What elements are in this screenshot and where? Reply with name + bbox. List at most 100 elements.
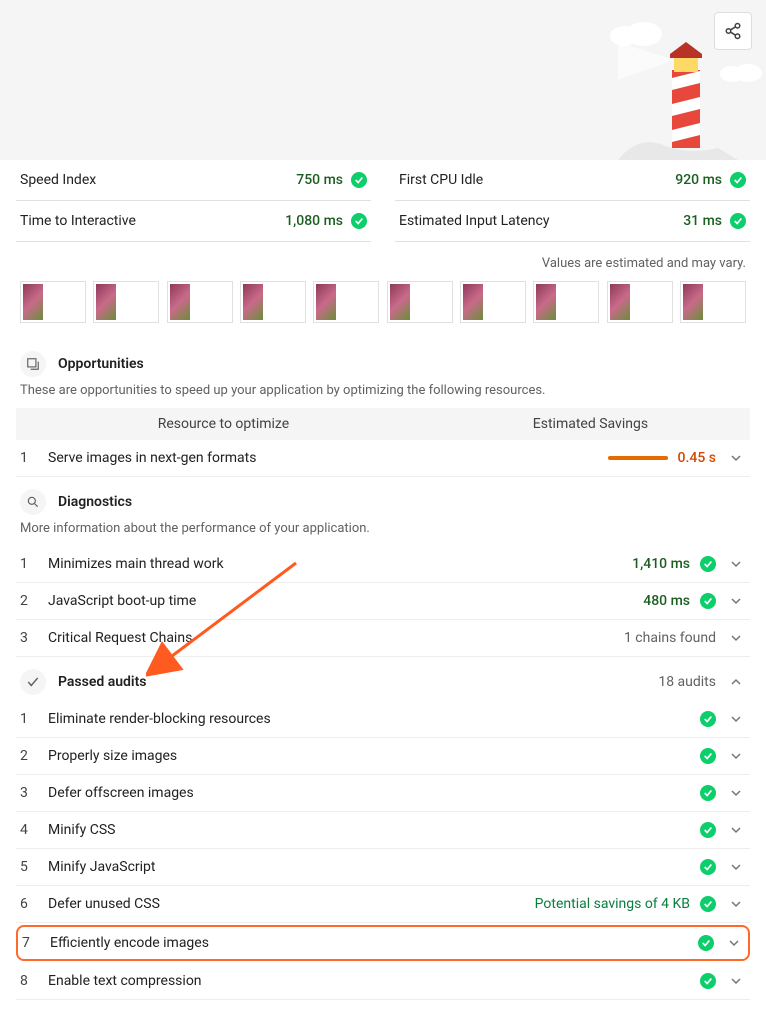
metric-label: Estimated Input Latency — [399, 213, 549, 229]
metrics-row-1: Speed Index 750 ms First CPU Idle 920 ms — [16, 160, 750, 201]
audits-count: 18 audits — [658, 674, 716, 690]
pass-icon — [700, 748, 716, 764]
pass-icon — [700, 593, 716, 609]
metric-eil: Estimated Input Latency 31 ms — [395, 201, 750, 242]
pass-icon — [730, 172, 746, 188]
pass-icon — [730, 213, 746, 229]
chevron-down-icon — [726, 452, 746, 464]
chevron-down-icon — [726, 824, 746, 836]
passed-audit-row[interactable]: 5Minify JavaScript — [16, 849, 750, 886]
audit-value: 1 chains found — [624, 630, 716, 646]
pass-icon — [700, 973, 716, 989]
diagnostic-row[interactable]: 2JavaScript boot-up time480 ms — [16, 583, 750, 620]
diagnostic-row[interactable]: 3Critical Request Chains1 chains found — [16, 620, 750, 657]
filmstrip-frame — [240, 281, 306, 323]
section-desc: More information about the performance o… — [16, 521, 750, 546]
metric-speed-index: Speed Index 750 ms — [16, 160, 371, 201]
passed-audit-row[interactable]: 7Efficiently encode images — [16, 925, 750, 961]
section-title: Passed audits — [58, 674, 146, 690]
diagnostic-row[interactable]: 1Minimizes main thread work1,410 ms — [16, 546, 750, 583]
audit-num: 3 — [20, 785, 48, 801]
passed-audit-row[interactable]: 8Enable text compression — [16, 963, 750, 1000]
opportunities-icon — [20, 351, 46, 377]
audit-title: Defer offscreen images — [48, 785, 700, 801]
audit-title: Minimizes main thread work — [48, 556, 632, 572]
chevron-down-icon — [726, 750, 746, 762]
section-title: Diagnostics — [58, 494, 132, 510]
audit-title: JavaScript boot-up time — [48, 593, 643, 609]
opportunity-row[interactable]: 1 Serve images in next-gen formats 0.45 … — [16, 440, 750, 477]
col-resource: Resource to optimize — [16, 408, 431, 440]
filmstrip-frame — [680, 281, 746, 323]
metric-label: Time to Interactive — [20, 213, 136, 229]
passed-audit-row[interactable]: 3Defer offscreen images — [16, 775, 750, 812]
audit-title: Critical Request Chains — [48, 630, 624, 646]
audit-num: 7 — [22, 935, 50, 951]
chevron-down-icon — [726, 898, 746, 910]
lighthouse-illustration — [618, 30, 738, 160]
audit-title: Properly size images — [48, 748, 700, 764]
chevron-down-icon — [724, 937, 744, 949]
audit-title: Minify JavaScript — [48, 859, 700, 875]
filmstrip-frame — [387, 281, 453, 323]
passed-audit-row[interactable]: 6Defer unused CSSPotential savings of 4 … — [16, 886, 750, 923]
audit-num: 3 — [20, 630, 48, 646]
metric-label: Speed Index — [20, 172, 96, 188]
chevron-down-icon — [726, 713, 746, 725]
audit-title: Eliminate render-blocking resources — [48, 711, 700, 727]
audit-num: 1 — [20, 450, 48, 466]
chevron-down-icon — [726, 787, 746, 799]
pass-icon — [700, 822, 716, 838]
audit-title: Serve images in next-gen formats — [48, 450, 608, 466]
audit-extra: Potential savings of 4 KB — [535, 896, 690, 912]
audit-num: 5 — [20, 859, 48, 875]
pass-icon — [351, 172, 367, 188]
col-savings: Estimated Savings — [431, 408, 750, 440]
chevron-down-icon — [726, 861, 746, 873]
chevron-down-icon — [726, 558, 746, 570]
metric-value: 1,080 ms — [285, 213, 343, 229]
audit-title: Minify CSS — [48, 822, 700, 838]
chevron-up-icon — [726, 676, 746, 688]
passed-audits-header[interactable]: Passed audits 18 audits — [16, 657, 750, 701]
chevron-down-icon — [726, 632, 746, 644]
pass-icon — [700, 896, 716, 912]
pass-icon — [700, 556, 716, 572]
check-icon — [20, 669, 46, 695]
filmstrip-frame — [20, 281, 86, 323]
savings-bar — [608, 456, 668, 460]
pass-icon — [698, 935, 714, 951]
filmstrip-frame — [93, 281, 159, 323]
metric-tti: Time to Interactive 1,080 ms — [16, 201, 371, 242]
metric-first-cpu-idle: First CPU Idle 920 ms — [395, 160, 750, 201]
audit-num: 1 — [20, 556, 48, 572]
section-desc: These are opportunities to speed up your… — [16, 383, 750, 408]
metric-value: 750 ms — [296, 172, 343, 188]
audit-num: 4 — [20, 822, 48, 838]
passed-audit-row[interactable]: 2Properly size images — [16, 738, 750, 775]
chevron-down-icon — [726, 975, 746, 987]
passed-audit-row[interactable]: 1Eliminate render-blocking resources — [16, 701, 750, 738]
pass-icon — [700, 785, 716, 801]
opportunities-header: Opportunities — [16, 339, 750, 383]
report-header — [0, 0, 766, 160]
filmstrip-frame — [313, 281, 379, 323]
passed-audit-row[interactable]: 4Minify CSS — [16, 812, 750, 849]
filmstrip-frame — [460, 281, 526, 323]
audit-num: 2 — [20, 593, 48, 609]
audit-title: Defer unused CSS — [48, 896, 535, 912]
audit-value: 1,410 ms — [632, 556, 690, 572]
metric-label: First CPU Idle — [399, 172, 483, 188]
metric-value: 920 ms — [675, 172, 722, 188]
audit-title: Enable text compression — [48, 973, 700, 989]
filmstrip — [16, 281, 750, 339]
pass-icon — [351, 213, 367, 229]
section-title: Opportunities — [58, 356, 144, 372]
magnifier-icon — [20, 489, 46, 515]
pass-icon — [700, 711, 716, 727]
audit-num: 2 — [20, 748, 48, 764]
filmstrip-frame — [167, 281, 233, 323]
audit-num: 6 — [20, 896, 48, 912]
pass-icon — [700, 859, 716, 875]
filmstrip-frame — [533, 281, 599, 323]
